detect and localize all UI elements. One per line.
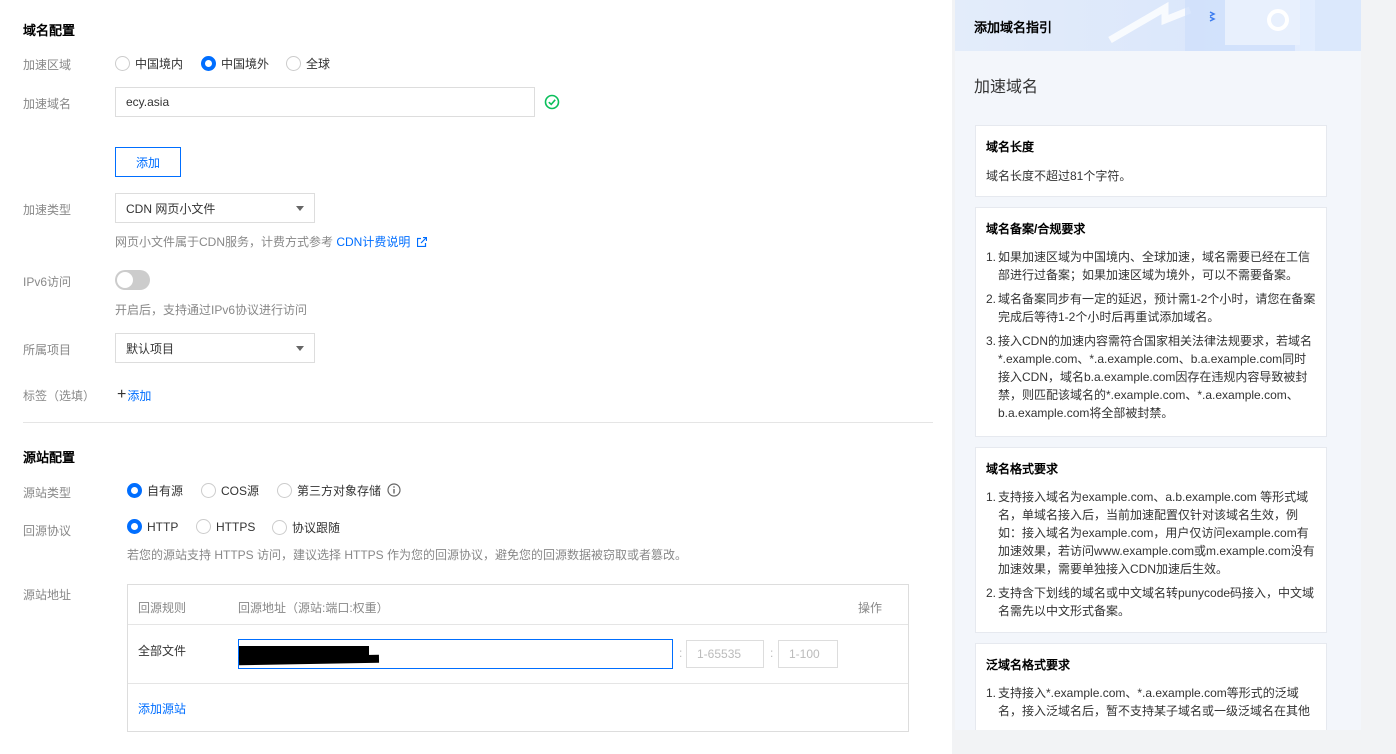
ipv6-label: IPv6访问 bbox=[23, 275, 72, 289]
table-header: 回源规则 回源地址（源站:端口:权重） 操作 bbox=[128, 585, 908, 625]
colon-separator: : bbox=[679, 646, 683, 660]
origin-radio-third-party[interactable]: 第三方对象存储 bbox=[277, 482, 381, 499]
origin-address-input[interactable] bbox=[238, 639, 673, 669]
ipv6-toggle[interactable] bbox=[115, 270, 150, 290]
type-hint: 网页小文件属于CDN服务，计费方式参考 CDN计费说明 bbox=[115, 233, 427, 250]
region-radio-global[interactable]: 全球 bbox=[286, 55, 330, 72]
card-length-title: 域名长度 bbox=[986, 140, 1035, 154]
guide-header: 添加域名指引 bbox=[955, 0, 1361, 51]
radio-checked-icon bbox=[127, 519, 142, 534]
add-tag-button[interactable]: + 添加 bbox=[117, 386, 151, 404]
colon-separator: : bbox=[770, 646, 774, 660]
protocol-label: 回源协议 bbox=[23, 524, 72, 538]
header-illustration bbox=[1108, 0, 1361, 51]
header-rule: 回源规则 bbox=[138, 601, 187, 615]
list-item: 2. 域名备案同步有一定的延迟，预计需1-2个小时，请您在备案完成后等待1-2个小… bbox=[986, 292, 1316, 324]
origin-config-title: 源站配置 bbox=[23, 450, 76, 465]
radio-checked-icon bbox=[127, 483, 142, 498]
radio-icon bbox=[115, 56, 130, 71]
card-length-text: 域名长度不超过81个字符。 bbox=[986, 169, 1132, 183]
region-radio-domestic[interactable]: 中国境内 bbox=[115, 55, 183, 72]
card-icp: 域名备案/合规要求 1. 如果加速区域为中国境内、全球加速，域名需要已经在工信部进… bbox=[975, 207, 1327, 437]
domain-label: 加速域名 bbox=[23, 97, 72, 111]
region-label: 加速区域 bbox=[23, 58, 72, 72]
domain-config-title: 域名配置 bbox=[23, 23, 76, 38]
add-domain-button[interactable]: 添加 bbox=[115, 147, 181, 177]
protocol-radio-http[interactable]: HTTP bbox=[127, 519, 178, 534]
project-select[interactable]: 默认项目 bbox=[115, 333, 315, 363]
redacted-block bbox=[238, 654, 380, 666]
guide-panel: 添加域名指引 加速域名 域名长度 域名长度不超过81个字符。 域名备案/合规要求… bbox=[955, 0, 1361, 730]
header-action: 操作 bbox=[858, 601, 883, 615]
check-circle-icon bbox=[544, 94, 560, 110]
card-length: 域名长度 域名长度不超过81个字符。 bbox=[975, 125, 1327, 197]
protocol-radio-follow[interactable]: 协议跟随 bbox=[272, 519, 340, 536]
project-label: 所属项目 bbox=[23, 343, 72, 357]
add-origin-button[interactable]: 添加源站 bbox=[138, 700, 186, 717]
port-input[interactable]: 1-65535 bbox=[686, 640, 764, 668]
main-form: 域名配置 加速区域 中国境内 中国境外 全球 加速域名 ecy.asia 添加 … bbox=[0, 0, 952, 754]
card-format: 域名格式要求 1. 支持接入域名为example.com、a.b.example.… bbox=[975, 447, 1327, 633]
card-icp-list: 1. 如果加速区域为中国境内、全球加速，域名需要已经在工信部进行过备案；如果加速区… bbox=[986, 248, 1318, 428]
card-wildcard-list: 1. 支持接入*.example.com、*.a.example.com等形式的泛… bbox=[986, 684, 1318, 726]
guide-header-title: 添加域名指引 bbox=[974, 20, 1053, 35]
radio-icon bbox=[272, 520, 287, 535]
ipv6-hint: 开启后，支持通过IPv6协议进行访问 bbox=[115, 303, 308, 317]
protocol-hint: 若您的源站支持 HTTPS 访问，建议选择 HTTPS 作为您的回源协议，避免您… bbox=[127, 548, 688, 562]
list-item: 1. 如果加速区域为中国境内、全球加速，域名需要已经在工信部进行过备案；如果加速区… bbox=[986, 250, 1311, 282]
caret-down-icon bbox=[296, 345, 304, 351]
radio-icon bbox=[201, 483, 216, 498]
billing-link[interactable]: CDN计费说明 bbox=[336, 235, 410, 249]
card-format-title: 域名格式要求 bbox=[986, 462, 1059, 476]
external-link-icon[interactable] bbox=[416, 236, 427, 248]
plus-icon: + bbox=[117, 386, 127, 403]
domain-input[interactable]: ecy.asia bbox=[115, 87, 535, 117]
radio-checked-icon bbox=[201, 56, 216, 71]
row-rule: 全部文件 bbox=[138, 644, 187, 658]
list-item: 1. 支持接入域名为example.com、a.b.example.com 等形式… bbox=[986, 490, 1315, 576]
card-format-list: 1. 支持接入域名为example.com、a.b.example.com 等形式… bbox=[986, 488, 1318, 626]
list-item: 3. 接入CDN的加速内容需符合国家相关法律法规要求，若域名*.example.c… bbox=[986, 334, 1313, 420]
info-icon[interactable] bbox=[387, 483, 401, 497]
caret-down-icon bbox=[296, 205, 304, 211]
origin-radio-self[interactable]: 自有源 bbox=[127, 482, 183, 499]
type-select[interactable]: CDN 网页小文件 bbox=[115, 193, 315, 223]
origin-type-label: 源站类型 bbox=[23, 486, 72, 500]
list-item: 1. 支持接入*.example.com、*.a.example.com等形式的泛… bbox=[986, 686, 1311, 718]
table-row: 全部文件 : 1-65535 : 1-100 bbox=[128, 625, 908, 684]
list-item: 2. 支持含下划线的域名或中文域名转punycode码接入，中文域名需先以中文形式… bbox=[986, 586, 1315, 618]
radio-icon bbox=[286, 56, 301, 71]
guide-title: 加速域名 bbox=[974, 79, 1039, 96]
card-wildcard-title: 泛域名格式要求 bbox=[986, 658, 1071, 672]
protocol-radio-https[interactable]: HTTPS bbox=[196, 519, 255, 534]
origin-radio-cos[interactable]: COS源 bbox=[201, 482, 259, 499]
radio-icon bbox=[277, 483, 292, 498]
card-icp-title: 域名备案/合规要求 bbox=[986, 222, 1086, 236]
radio-icon bbox=[196, 519, 211, 534]
card-wildcard: 泛域名格式要求 1. 支持接入*.example.com、*.a.example.… bbox=[975, 643, 1327, 730]
region-radio-overseas[interactable]: 中国境外 bbox=[201, 55, 269, 72]
origin-table: 回源规则 回源地址（源站:端口:权重） 操作 全部文件 : 1-65535 : … bbox=[127, 584, 909, 732]
tag-label: 标签（选填） bbox=[23, 389, 96, 403]
address-label: 源站地址 bbox=[23, 588, 72, 602]
header-address: 回源地址（源站:端口:权重） bbox=[238, 601, 389, 615]
type-label: 加速类型 bbox=[23, 203, 72, 217]
weight-input[interactable]: 1-100 bbox=[778, 640, 838, 668]
section-divider bbox=[23, 422, 933, 423]
